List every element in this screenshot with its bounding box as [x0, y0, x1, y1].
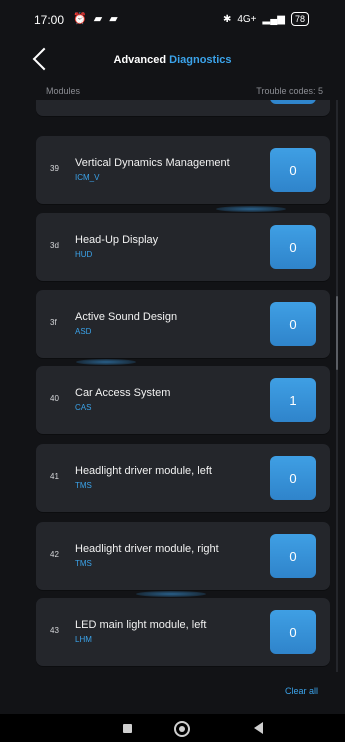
home-icon[interactable] — [174, 721, 190, 737]
module-card[interactable]: 43 LED main light module, left LHM 0 — [36, 598, 330, 666]
module-card[interactable]: 40 Car Access System CAS 1 — [36, 366, 330, 434]
module-name: Active Sound Design — [75, 311, 178, 323]
trouble-count-button[interactable]: 1 — [270, 378, 316, 422]
module-card[interactable]: 41 Headlight driver module, left TMS 0 — [36, 444, 330, 512]
clear-all-button[interactable]: Clear all — [285, 686, 318, 696]
trouble-count-button[interactable]: 0 — [270, 302, 316, 346]
status-bar: 17:00 ⏰ ▰ ▰ ✱ 4G+ ▂▄▆ 78 — [0, 0, 345, 34]
module-abbr: CAS — [75, 403, 92, 412]
header: Advanced Diagnostics — [0, 40, 345, 80]
module-list[interactable]: 39 Vertical Dynamics Management ICM_V 0 … — [36, 100, 330, 672]
module-card-partial — [36, 100, 330, 116]
module-abbr: TMS — [75, 481, 92, 490]
list-subheader: Modules Trouble codes: 5 — [46, 86, 323, 100]
trouble-codes-label: Trouble codes: 5 — [256, 86, 323, 96]
status-time: 17:00 — [34, 13, 65, 27]
module-name: Car Access System — [75, 387, 171, 399]
module-code: 43 — [50, 626, 59, 635]
module-abbr: LHM — [75, 635, 92, 644]
divider-glow — [136, 591, 206, 597]
module-code: 40 — [50, 394, 59, 403]
module-card[interactable]: 39 Vertical Dynamics Management ICM_V 0 — [36, 136, 330, 204]
modules-label: Modules — [46, 86, 81, 96]
trouble-count-button[interactable]: 0 — [270, 534, 316, 578]
module-code: 3d — [50, 241, 59, 250]
trouble-count-button[interactable] — [270, 100, 316, 104]
module-name: Headlight driver module, right — [75, 543, 219, 555]
divider-glow — [76, 359, 136, 365]
title-part-1: Advanced — [113, 54, 167, 66]
network-icon: 4G+ — [237, 13, 257, 25]
module-card[interactable]: 42 Headlight driver module, right TMS 0 — [36, 522, 330, 590]
module-code: 42 — [50, 550, 59, 559]
battery-icon: 78 — [290, 12, 309, 26]
module-card[interactable]: 3f Active Sound Design ASD 0 — [36, 290, 330, 358]
trouble-count-button[interactable]: 0 — [270, 225, 316, 269]
recent-apps-icon[interactable] — [123, 724, 132, 733]
module-code: 41 — [50, 472, 59, 481]
module-abbr: ASD — [75, 327, 92, 336]
divider-glow — [216, 206, 286, 212]
trouble-count-button[interactable]: 0 — [270, 456, 316, 500]
module-abbr: ICM_V — [75, 173, 100, 182]
signal-icon: ▂▄▆ — [262, 13, 285, 25]
module-name: Head-Up Display — [75, 234, 159, 246]
title-part-2: Diagnostics — [169, 54, 232, 66]
page-title: Advanced Diagnostics — [0, 54, 345, 66]
module-name: LED main light module, left — [75, 619, 207, 631]
trouble-count-button[interactable]: 0 — [270, 610, 316, 654]
system-nav-bar — [0, 714, 345, 742]
scrollbar[interactable] — [336, 100, 338, 672]
module-name: Headlight driver module, left — [75, 465, 212, 477]
module-code: 3f — [50, 318, 57, 327]
module-code: 39 — [50, 164, 59, 173]
back-triangle-icon[interactable] — [254, 722, 263, 734]
module-name: Vertical Dynamics Management — [75, 157, 230, 169]
scrollbar-thumb[interactable] — [336, 296, 338, 370]
module-abbr: TMS — [75, 559, 92, 568]
module-abbr: HUD — [75, 250, 93, 259]
status-notification-icons: ⏰ ▰ ▰ — [73, 13, 120, 25]
bluetooth-icon: ✱ — [222, 13, 232, 25]
module-card[interactable]: 3d Head-Up Display HUD 0 — [36, 213, 330, 281]
trouble-count-button[interactable]: 0 — [270, 148, 316, 192]
status-right-group: ✱ 4G+ ▂▄▆ 78 — [223, 12, 309, 26]
